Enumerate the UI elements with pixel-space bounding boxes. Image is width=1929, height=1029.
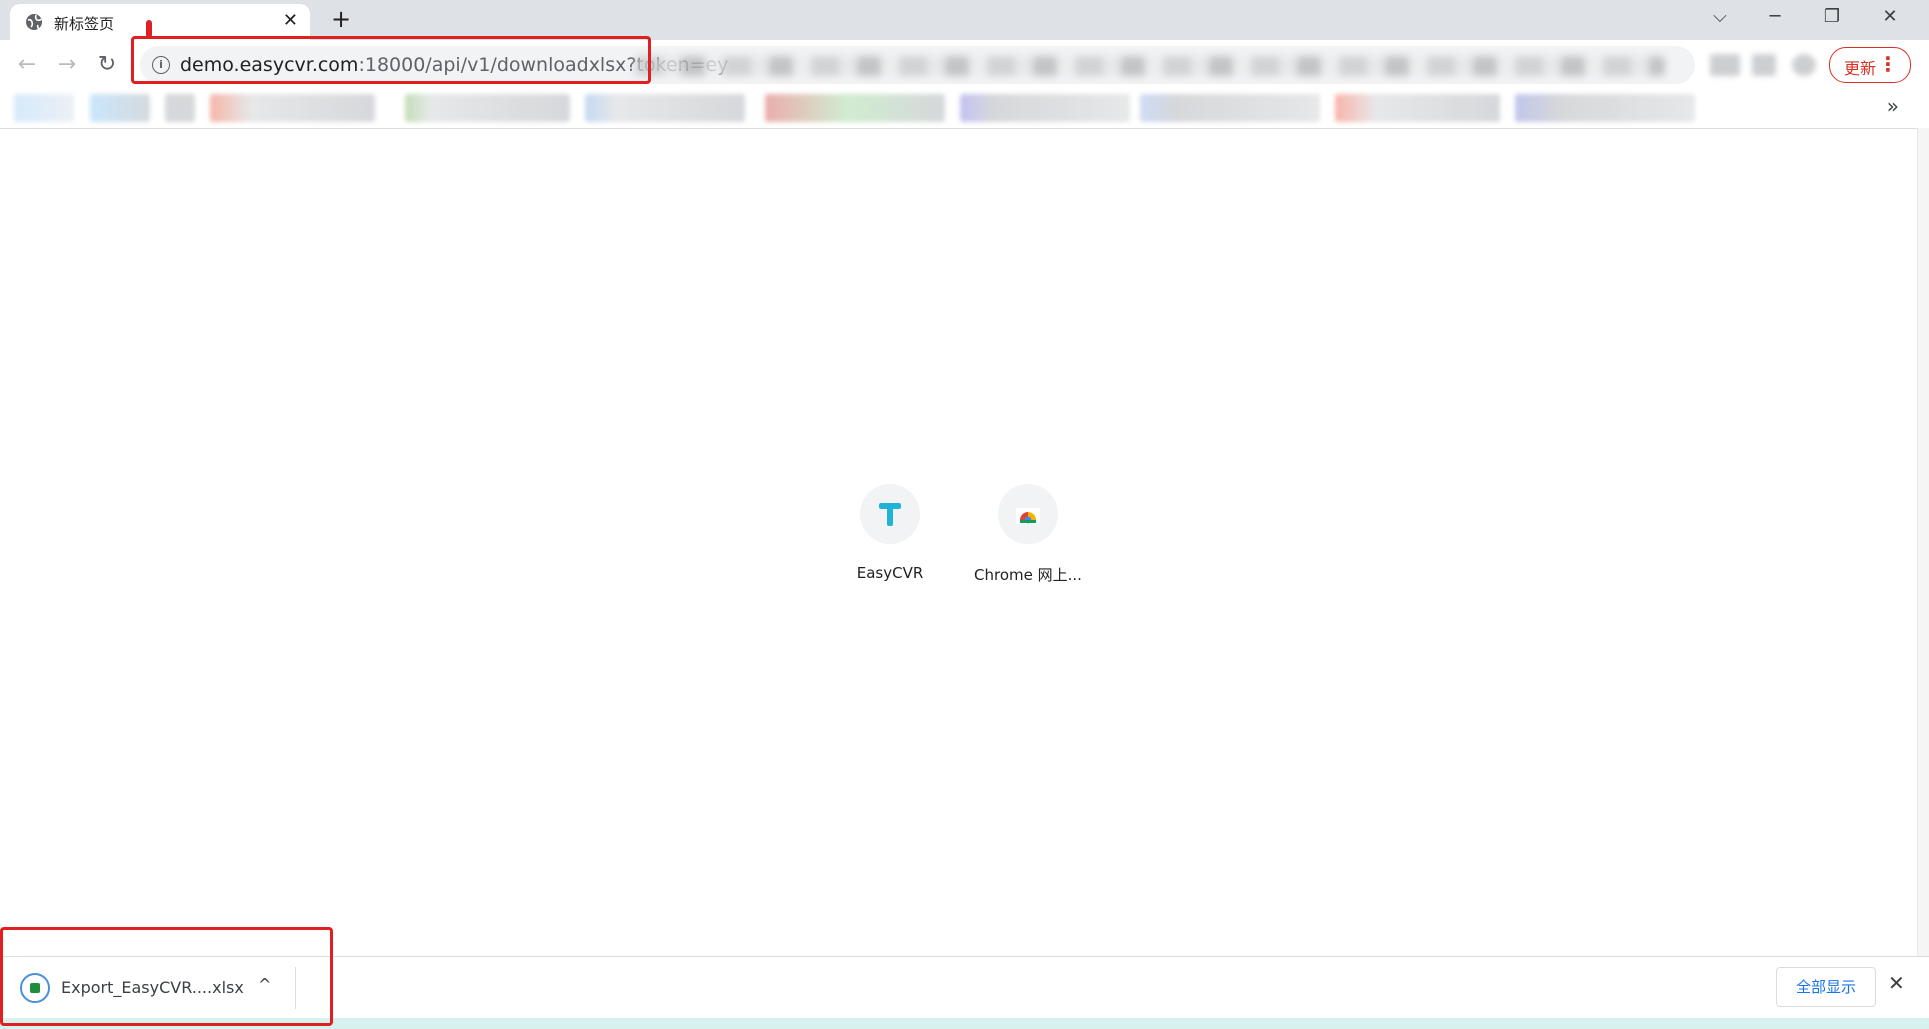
shortcut-label: EasyCVR: [856, 564, 924, 582]
shortcut-icon-circle: [860, 484, 920, 544]
tab-strip: 新标签页 ✕ + ⌵ ─ ❐ ✕: [0, 0, 1929, 40]
tab-search-icon[interactable]: ⌵: [1700, 6, 1740, 32]
globe-icon: [26, 14, 42, 30]
update-button[interactable]: 更新 ⋮: [1829, 47, 1911, 83]
annotation-marker: [146, 20, 152, 38]
bookmark-item[interactable]: [960, 94, 1130, 122]
shortcut-icon-circle: [998, 484, 1058, 544]
page-scrollbar[interactable]: [1917, 128, 1929, 1018]
bookmark-item[interactable]: [210, 94, 375, 122]
extension-icon[interactable]: [1710, 54, 1740, 76]
reload-icon[interactable]: ↻: [90, 48, 124, 82]
browser-toolbar: ← → ↻ i demo.easycvr.com:18000/api/v1/do…: [0, 40, 1929, 90]
download-shelf: Export_EasyCVR....xlsx ^ 全部显示 ✕: [0, 956, 1929, 1019]
update-label: 更新: [1844, 59, 1877, 78]
download-item[interactable]: Export_EasyCVR....xlsx ^: [14, 961, 284, 1015]
tab-close-icon[interactable]: ✕: [283, 10, 298, 31]
address-bar[interactable]: i demo.easycvr.com:18000/api/v1/download…: [140, 46, 1695, 84]
download-filename: Export_EasyCVR....xlsx: [61, 978, 244, 997]
menu-icon[interactable]: ⋮: [1878, 52, 1898, 76]
bookmarks-overflow-icon[interactable]: »: [1887, 94, 1899, 118]
restore-icon[interactable]: ❐: [1812, 6, 1852, 32]
chrome-webstore-icon: [1016, 508, 1040, 524]
close-download-shelf-icon[interactable]: ✕: [1888, 971, 1905, 995]
close-window-icon[interactable]: ✕: [1870, 6, 1910, 32]
show-all-downloads-button[interactable]: 全部显示: [1776, 967, 1876, 1007]
tab-title: 新标签页: [54, 15, 115, 33]
shortcut-label: Chrome 网上...: [974, 566, 1082, 584]
bookmark-item[interactable]: [1335, 94, 1500, 122]
chevron-up-icon[interactable]: ^: [258, 975, 271, 994]
tab-new-tab[interactable]: 新标签页 ✕: [10, 4, 310, 40]
shortcut-easycvr[interactable]: EasyCVR: [830, 484, 950, 582]
taskbar-strip: [0, 1018, 1929, 1029]
profile-avatar[interactable]: [1792, 54, 1816, 76]
minimize-icon[interactable]: ─: [1755, 6, 1795, 32]
bookmark-item[interactable]: [165, 94, 195, 122]
bookmark-item[interactable]: [90, 94, 150, 122]
bookmark-item[interactable]: [1140, 94, 1320, 122]
bookmark-item[interactable]: [765, 94, 945, 122]
bookmark-item[interactable]: [405, 94, 570, 122]
xlsx-file-icon: [20, 973, 50, 1003]
easycvr-logo-icon: [879, 503, 901, 526]
divider: [295, 967, 296, 1009]
info-icon[interactable]: i: [152, 56, 170, 74]
url-host: demo.easycvr.com: [180, 54, 359, 76]
bookmark-item[interactable]: [1515, 94, 1695, 122]
extension-icon[interactable]: [1752, 54, 1776, 76]
new-tab-button[interactable]: +: [326, 4, 356, 34]
shortcut-chrome-webstore[interactable]: Chrome 网上...: [968, 484, 1088, 585]
url-redacted: [635, 56, 1665, 76]
bookmark-item[interactable]: [14, 94, 74, 122]
bookmarks-bar: »: [0, 90, 1929, 129]
back-icon[interactable]: ←: [10, 48, 44, 82]
bookmark-item[interactable]: [585, 94, 745, 122]
forward-icon[interactable]: →: [50, 48, 84, 82]
